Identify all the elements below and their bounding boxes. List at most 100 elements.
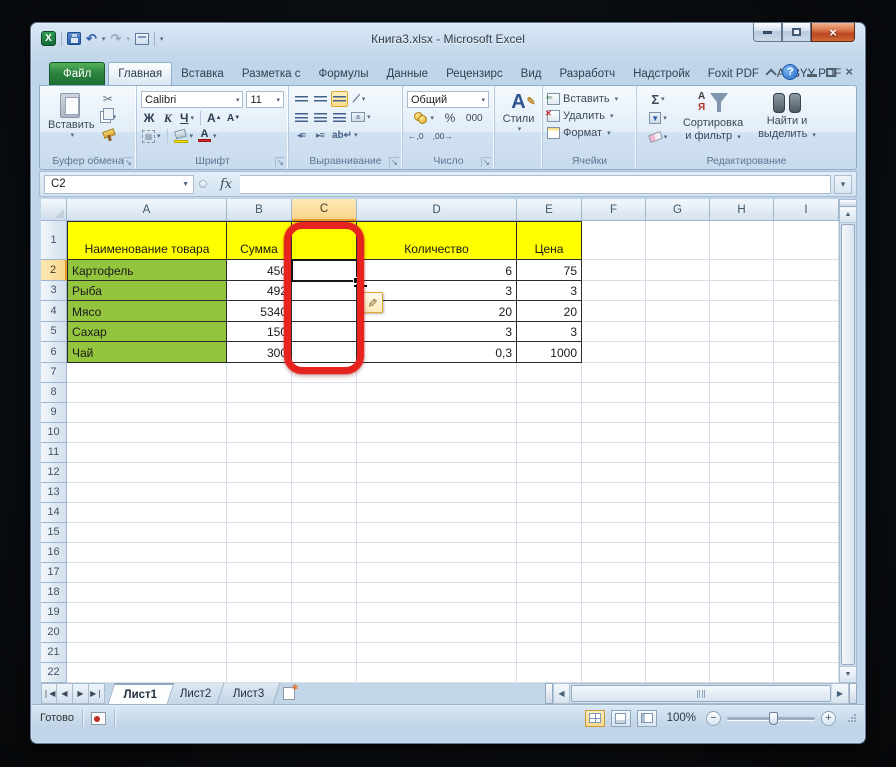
- cell-H13[interactable]: [710, 482, 774, 503]
- italic-button[interactable]: К: [160, 110, 176, 126]
- cell-B1[interactable]: Сумма: [227, 221, 292, 260]
- column-header-D[interactable]: D: [357, 199, 517, 221]
- cell-A9[interactable]: [67, 402, 227, 423]
- number-format-combo[interactable]: Общий ▾: [407, 91, 489, 108]
- cell-F6[interactable]: [582, 342, 646, 363]
- insert-options-button[interactable]: ✎: [361, 292, 383, 313]
- close-button[interactable]: ×: [811, 23, 855, 42]
- cell-B13[interactable]: [227, 482, 292, 503]
- cell-I2[interactable]: [774, 260, 839, 281]
- cell-C19[interactable]: [292, 602, 357, 623]
- cell-I9[interactable]: [774, 402, 839, 423]
- cell-G18[interactable]: [646, 582, 710, 603]
- restore-button[interactable]: [782, 23, 811, 42]
- row-header-22[interactable]: 22: [41, 662, 67, 683]
- sheet-tab-3[interactable]: Лист3: [216, 683, 281, 704]
- zoom-in-button[interactable]: +: [821, 710, 836, 726]
- cell-E8[interactable]: [517, 382, 582, 403]
- cell-F16[interactable]: [582, 542, 646, 563]
- cell-I12[interactable]: [774, 462, 839, 483]
- cell-A3[interactable]: Рыба: [67, 280, 227, 301]
- cell-C10[interactable]: [292, 422, 357, 443]
- row-header-15[interactable]: 15: [41, 522, 67, 543]
- cell-A17[interactable]: [67, 562, 227, 583]
- decrease-indent-button[interactable]: ◂≡: [293, 127, 309, 143]
- cell-H19[interactable]: [710, 602, 774, 623]
- cell-D22[interactable]: [357, 662, 517, 683]
- fill-button[interactable]: ▼ ▾: [641, 110, 675, 126]
- orientation-button[interactable]: ⟋ ▾: [351, 91, 367, 107]
- cell-I20[interactable]: [774, 622, 839, 643]
- cell-B20[interactable]: [227, 622, 292, 643]
- cell-B16[interactable]: [227, 542, 292, 563]
- tab-file[interactable]: Файл: [49, 62, 106, 85]
- name-box[interactable]: C2 ▼: [44, 174, 194, 194]
- cell-I13[interactable]: [774, 482, 839, 503]
- cell-E15[interactable]: [517, 522, 582, 543]
- minimize-button[interactable]: [753, 23, 782, 42]
- cell-A4[interactable]: Мясо: [67, 301, 227, 322]
- cell-H11[interactable]: [710, 442, 774, 463]
- row-header-2[interactable]: 2: [41, 260, 67, 281]
- column-header-G[interactable]: G: [646, 199, 710, 221]
- row-header-7[interactable]: 7: [41, 362, 67, 383]
- help-icon[interactable]: ?: [782, 64, 799, 80]
- cell-A16[interactable]: [67, 542, 227, 563]
- cell-H6[interactable]: [710, 342, 774, 363]
- cell-G21[interactable]: [646, 642, 710, 663]
- zoom-out-button[interactable]: −: [706, 710, 721, 726]
- tab-view[interactable]: Вид: [512, 62, 551, 85]
- cell-D11[interactable]: [357, 442, 517, 463]
- fill-color-button[interactable]: ▾: [173, 128, 195, 144]
- tab-home[interactable]: Главная: [108, 62, 173, 85]
- cell-C13[interactable]: [292, 482, 357, 503]
- increase-decimal-button[interactable]: ←,0: [407, 128, 425, 144]
- row-header-1[interactable]: 1: [41, 221, 67, 260]
- cell-H2[interactable]: [710, 260, 774, 281]
- cell-A2[interactable]: Картофель: [67, 260, 227, 281]
- tab-formulas[interactable]: Формулы: [309, 62, 377, 85]
- last-sheet-icon[interactable]: ▶❘: [89, 683, 105, 704]
- cell-C6[interactable]: [292, 342, 357, 363]
- cell-I6[interactable]: [774, 342, 839, 363]
- font-size-combo[interactable]: 11 ▾: [246, 91, 284, 108]
- formula-bar-splitter[interactable]: [197, 175, 209, 194]
- delete-cells-button[interactable]: Удалить: [563, 110, 605, 122]
- row-header-4[interactable]: 4: [41, 301, 67, 322]
- cell-A18[interactable]: [67, 582, 227, 603]
- cell-G19[interactable]: [646, 602, 710, 623]
- cell-H14[interactable]: [710, 502, 774, 523]
- tab-page-layout[interactable]: Разметка с: [233, 62, 310, 85]
- cell-F15[interactable]: [582, 522, 646, 543]
- align-bottom-button[interactable]: [331, 91, 348, 107]
- dialog-launcher-icon[interactable]: ↘: [123, 157, 133, 167]
- column-header-C[interactable]: C: [292, 199, 357, 221]
- column-header-H[interactable]: H: [710, 199, 774, 221]
- cell-C11[interactable]: [292, 442, 357, 463]
- cell-F11[interactable]: [582, 442, 646, 463]
- cell-G14[interactable]: [646, 502, 710, 523]
- title-bar[interactable]: X ↶ ▾ ↷ ▾ ▾ Книга3.xlsx - Microsoft Excel …: [31, 23, 865, 60]
- cell-G11[interactable]: [646, 442, 710, 463]
- cell-I10[interactable]: [774, 422, 839, 443]
- dialog-launcher-icon[interactable]: ↘: [275, 157, 285, 167]
- percent-button[interactable]: %: [442, 110, 458, 126]
- cell-E20[interactable]: [517, 622, 582, 643]
- font-color-button[interactable]: А ▾: [197, 128, 218, 144]
- page-layout-view-button[interactable]: [610, 709, 631, 727]
- cell-I1[interactable]: [774, 221, 839, 260]
- cell-I15[interactable]: [774, 522, 839, 543]
- cell-C2[interactable]: [292, 260, 357, 281]
- cell-C1[interactable]: [292, 221, 357, 260]
- cell-F19[interactable]: [582, 602, 646, 623]
- cell-D20[interactable]: [357, 622, 517, 643]
- cell-H15[interactable]: [710, 522, 774, 543]
- cell-C5[interactable]: [292, 321, 357, 342]
- cell-I3[interactable]: [774, 280, 839, 301]
- shrink-font-button[interactable]: А ▼: [226, 110, 242, 126]
- next-sheet-icon[interactable]: ▶: [73, 683, 89, 704]
- cell-I14[interactable]: [774, 502, 839, 523]
- row-header-20[interactable]: 20: [41, 622, 67, 643]
- cell-I19[interactable]: [774, 602, 839, 623]
- cell-F21[interactable]: [582, 642, 646, 663]
